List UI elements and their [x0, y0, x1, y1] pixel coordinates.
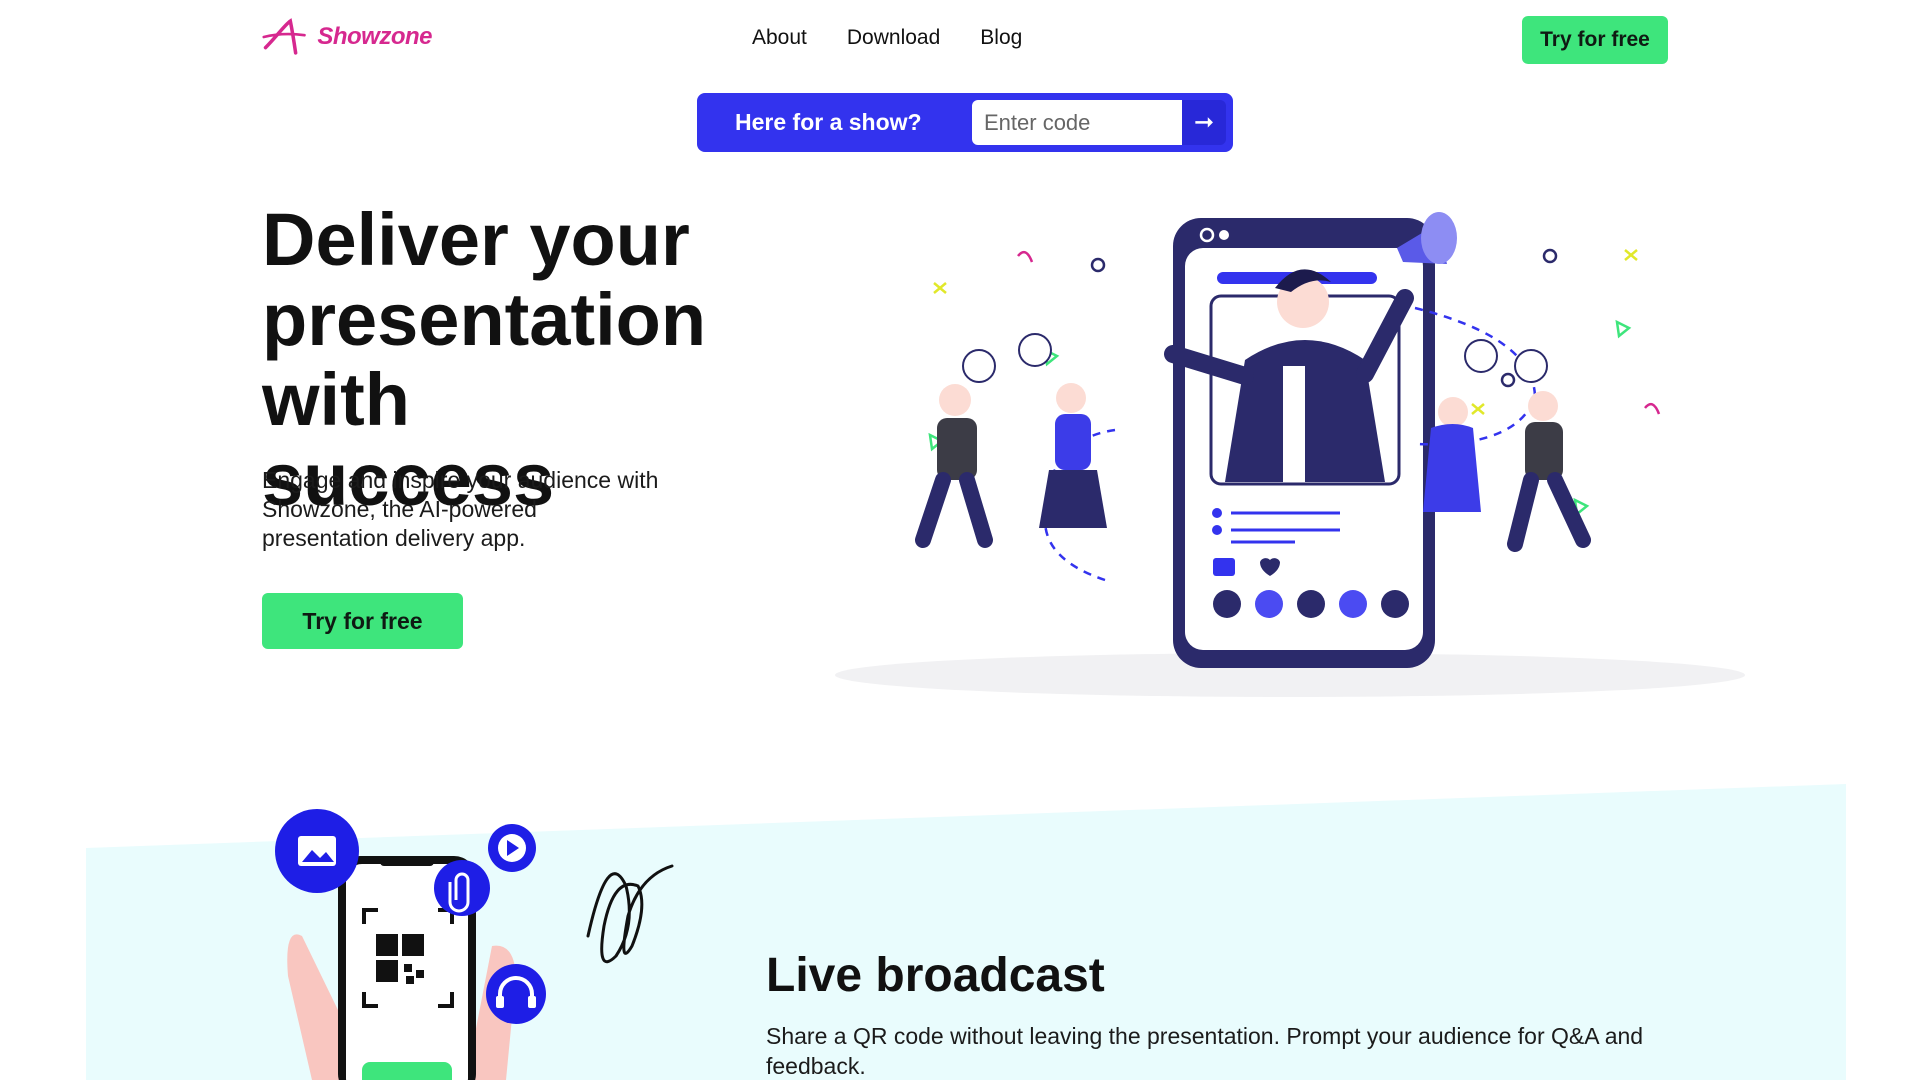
show-code-submit-button[interactable]: ➞: [1182, 100, 1226, 145]
paperclip-icon: [434, 860, 490, 916]
feature-description: Share a QR code without leaving the pres…: [766, 1023, 1644, 1079]
logo-mark-icon: [262, 18, 306, 55]
main-nav: About Download Blog: [752, 26, 1022, 50]
hero-try-free-button[interactable]: Try for free: [262, 593, 463, 649]
image-icon: [275, 809, 359, 893]
play-icon: [488, 824, 536, 872]
scribble-decoration: [586, 864, 674, 964]
feature-title: Live broadcast: [766, 949, 1105, 1002]
nav-download[interactable]: Download: [847, 26, 940, 50]
hero-illustration: [835, 212, 1745, 697]
show-code-input[interactable]: [972, 100, 1182, 145]
nav-about[interactable]: About: [752, 26, 807, 50]
nav-blog[interactable]: Blog: [980, 26, 1022, 50]
arrow-right-icon: ➞: [1193, 109, 1215, 136]
hero-subtitle: Engage and inspire your audience with Sh…: [262, 467, 659, 551]
logo-text: Showzone: [317, 23, 432, 50]
qr-phone-illustration: [275, 809, 674, 1080]
logo[interactable]: Showzone: [262, 14, 432, 60]
show-bar-label: Here for a show?: [735, 109, 922, 135]
headphones-icon: [486, 964, 546, 1024]
show-code-bar: Here for a show? ➞: [697, 93, 1233, 152]
header-try-free-button[interactable]: Try for free: [1522, 16, 1668, 64]
